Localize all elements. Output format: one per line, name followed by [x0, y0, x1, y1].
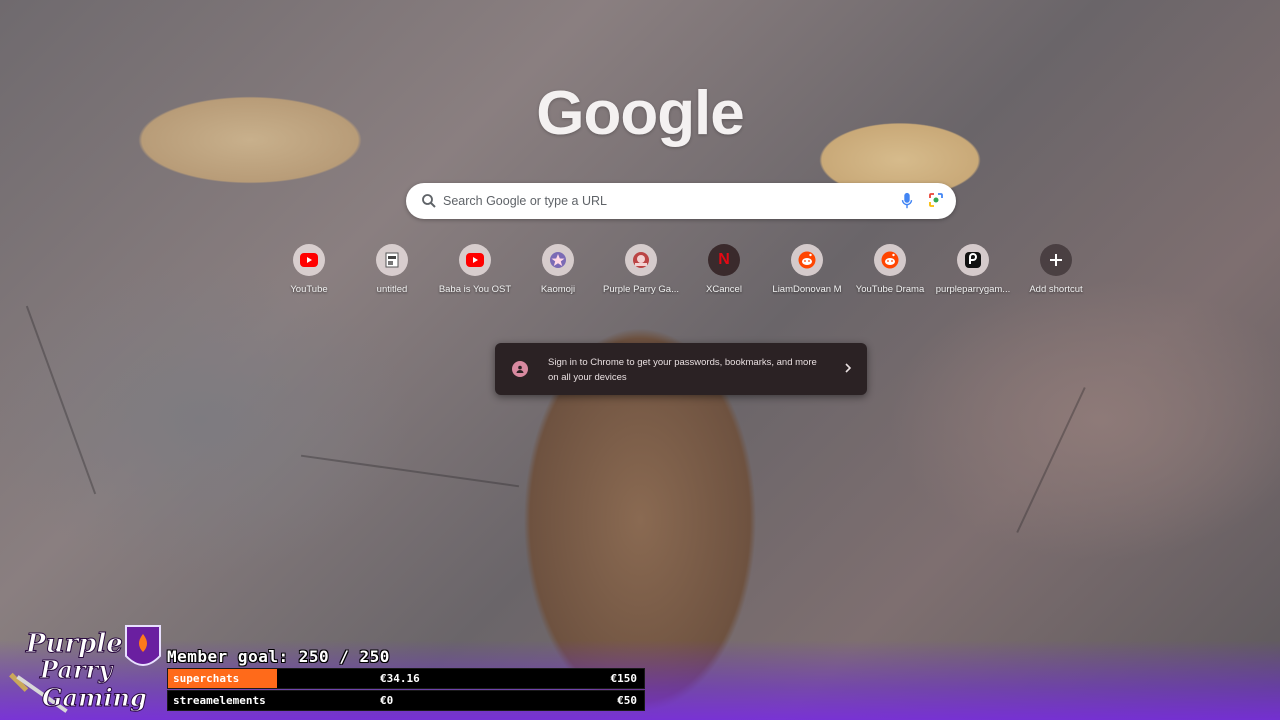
n-logo-icon: N [708, 244, 740, 276]
search-box[interactable]: Search Google or type a URL [406, 183, 956, 219]
shortcut-label: untitled [376, 284, 408, 295]
shortcut-label: purpleparrygam... [935, 284, 1011, 295]
star-icon [542, 244, 574, 276]
shortcut-label: Baba is You OST [438, 284, 512, 295]
goal-bar-name: streamelements [173, 694, 266, 707]
plus-icon [1040, 244, 1072, 276]
background-crack [25, 305, 97, 495]
shortcut-kaomoji[interactable]: Kaomoji [517, 240, 599, 295]
shortcut-youtube-drama[interactable]: YouTube Drama [849, 240, 931, 295]
purple-parry-gaming-logo: Purple Parry Gaming [9, 625, 161, 713]
shortcut-untitled[interactable]: untitled [351, 240, 433, 295]
signin-promo[interactable]: Sign in to Chrome to get your passwords,… [495, 343, 867, 395]
lens-search-icon[interactable] [928, 192, 944, 208]
youtube-icon [459, 244, 491, 276]
youtube-icon [293, 244, 325, 276]
shortcut-purpleparrygam[interactable]: purpleparrygam... [932, 240, 1014, 295]
shortcut-xcancel[interactable]: N XCancel [683, 240, 765, 295]
svg-text:Gaming: Gaming [42, 683, 147, 712]
add-shortcut-button[interactable]: Add shortcut [1015, 240, 1097, 295]
shortcut-baba-is-you[interactable]: Baba is You OST [434, 240, 516, 295]
shortcut-label: YouTube [290, 284, 328, 295]
shortcut-youtube[interactable]: YouTube [268, 240, 350, 295]
shortcut-label: XCancel [706, 284, 742, 295]
shortcut-purple-parry[interactable]: Purple Parry Ga... [600, 240, 682, 295]
document-icon [376, 244, 408, 276]
signin-message: Sign in to Chrome to get your passwords,… [548, 357, 817, 383]
goal-bar-superchats: superchats €34.16 €150 [167, 668, 645, 689]
goal-bar-target: €150 [610, 672, 638, 685]
svg-text:Parry: Parry [39, 655, 114, 684]
bird-icon [625, 244, 657, 276]
goal-bar-name: superchats [173, 672, 240, 685]
shortcut-label: Add shortcut [1029, 284, 1083, 295]
shortcut-liamdonovan[interactable]: LiamDonovan M [766, 240, 848, 295]
shortcut-label: Purple Parry Ga... [602, 284, 680, 295]
goal-bar-current: €34.16 [380, 672, 420, 685]
background-crack [300, 454, 520, 488]
voice-search-icon[interactable] [900, 192, 914, 210]
search-input[interactable]: Search Google or type a URL [443, 194, 607, 208]
goal-bar-target: €50 [617, 694, 637, 707]
app-icon [957, 244, 989, 276]
shortcut-label: LiamDonovan M [772, 284, 842, 295]
reddit-icon [791, 244, 823, 276]
account-icon [512, 361, 528, 377]
background-crack [1016, 387, 1086, 533]
reddit-icon [874, 244, 906, 276]
shortcut-label: Kaomoji [540, 284, 576, 295]
google-logo: Google [536, 79, 745, 148]
goal-bar-streamelements: streamelements €0 €50 [167, 690, 645, 711]
member-goal-label: Member goal: 250 / 250 [167, 647, 390, 666]
goal-bar-current: €0 [380, 694, 394, 707]
chevron-right-icon[interactable] [844, 362, 852, 374]
search-icon [422, 194, 436, 208]
shortcut-label: YouTube Drama [855, 284, 925, 295]
